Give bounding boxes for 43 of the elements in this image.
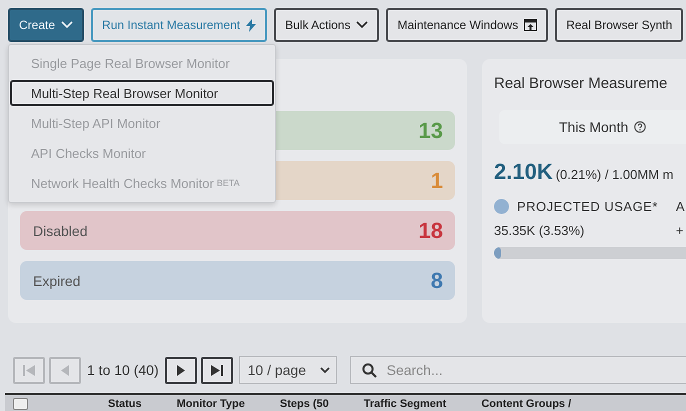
column-header[interactable]: Content Groups / xyxy=(481,398,572,410)
chevron-down-icon xyxy=(320,366,330,374)
status-count: 8 xyxy=(430,268,443,294)
column-header[interactable]: Steps (50 xyxy=(280,398,329,410)
menu-item[interactable]: Multi-Step Real Browser Monitor xyxy=(10,80,274,106)
toolbar-button[interactable]: Create xyxy=(8,8,84,42)
lightning-icon xyxy=(246,18,256,32)
toolbar-button[interactable]: Bulk Actions xyxy=(274,8,380,42)
card-title: Real Browser Measureme xyxy=(494,75,668,92)
legend-value: + xyxy=(676,223,685,238)
next-page-icon xyxy=(176,364,186,376)
status-label: Disabled xyxy=(33,222,88,238)
page-size-select[interactable]: 10 / page xyxy=(238,356,337,384)
column-header[interactable]: Traffic Segment xyxy=(364,398,446,410)
chevron-down-icon xyxy=(356,21,368,29)
legend-dot xyxy=(494,199,509,214)
usage-total: 2.10K xyxy=(494,159,553,185)
column-header[interactable]: Status xyxy=(108,398,142,410)
window-upload-icon xyxy=(524,19,538,31)
usage-detail: (0.21%) / 1.00MM m xyxy=(556,167,674,182)
legend-label: PROJECTED USAGE* xyxy=(517,199,658,214)
status-label: Expired xyxy=(33,272,80,288)
page-range: 1 to 10 (40) xyxy=(87,362,159,378)
last-page-button[interactable] xyxy=(200,356,233,384)
previous-page-icon xyxy=(60,364,70,376)
status-count: 13 xyxy=(418,118,443,144)
chevron-down-icon xyxy=(61,21,74,29)
toolbar-button[interactable]: Run Instant Measurement xyxy=(91,8,268,42)
search-icon xyxy=(362,363,377,378)
period-tab[interactable]: This Month xyxy=(499,110,686,144)
legend-label: A xyxy=(676,199,686,214)
toolbar-button[interactable]: Maintenance Windows xyxy=(386,8,548,42)
next-page-button[interactable] xyxy=(164,356,197,384)
first-page-icon xyxy=(22,364,36,376)
search-field[interactable]: Search... xyxy=(350,356,686,384)
toolbar-button[interactable]: Real Browser Synth xyxy=(555,8,684,42)
help-icon xyxy=(634,121,646,133)
column-header[interactable]: Monitor Type xyxy=(176,398,245,410)
status-count: 18 xyxy=(418,218,443,244)
legend-value: 35.35K (3.53%) xyxy=(494,223,586,238)
last-page-icon xyxy=(210,364,224,376)
status-count: 1 xyxy=(430,168,443,194)
select-all-checkbox[interactable] xyxy=(13,398,28,410)
